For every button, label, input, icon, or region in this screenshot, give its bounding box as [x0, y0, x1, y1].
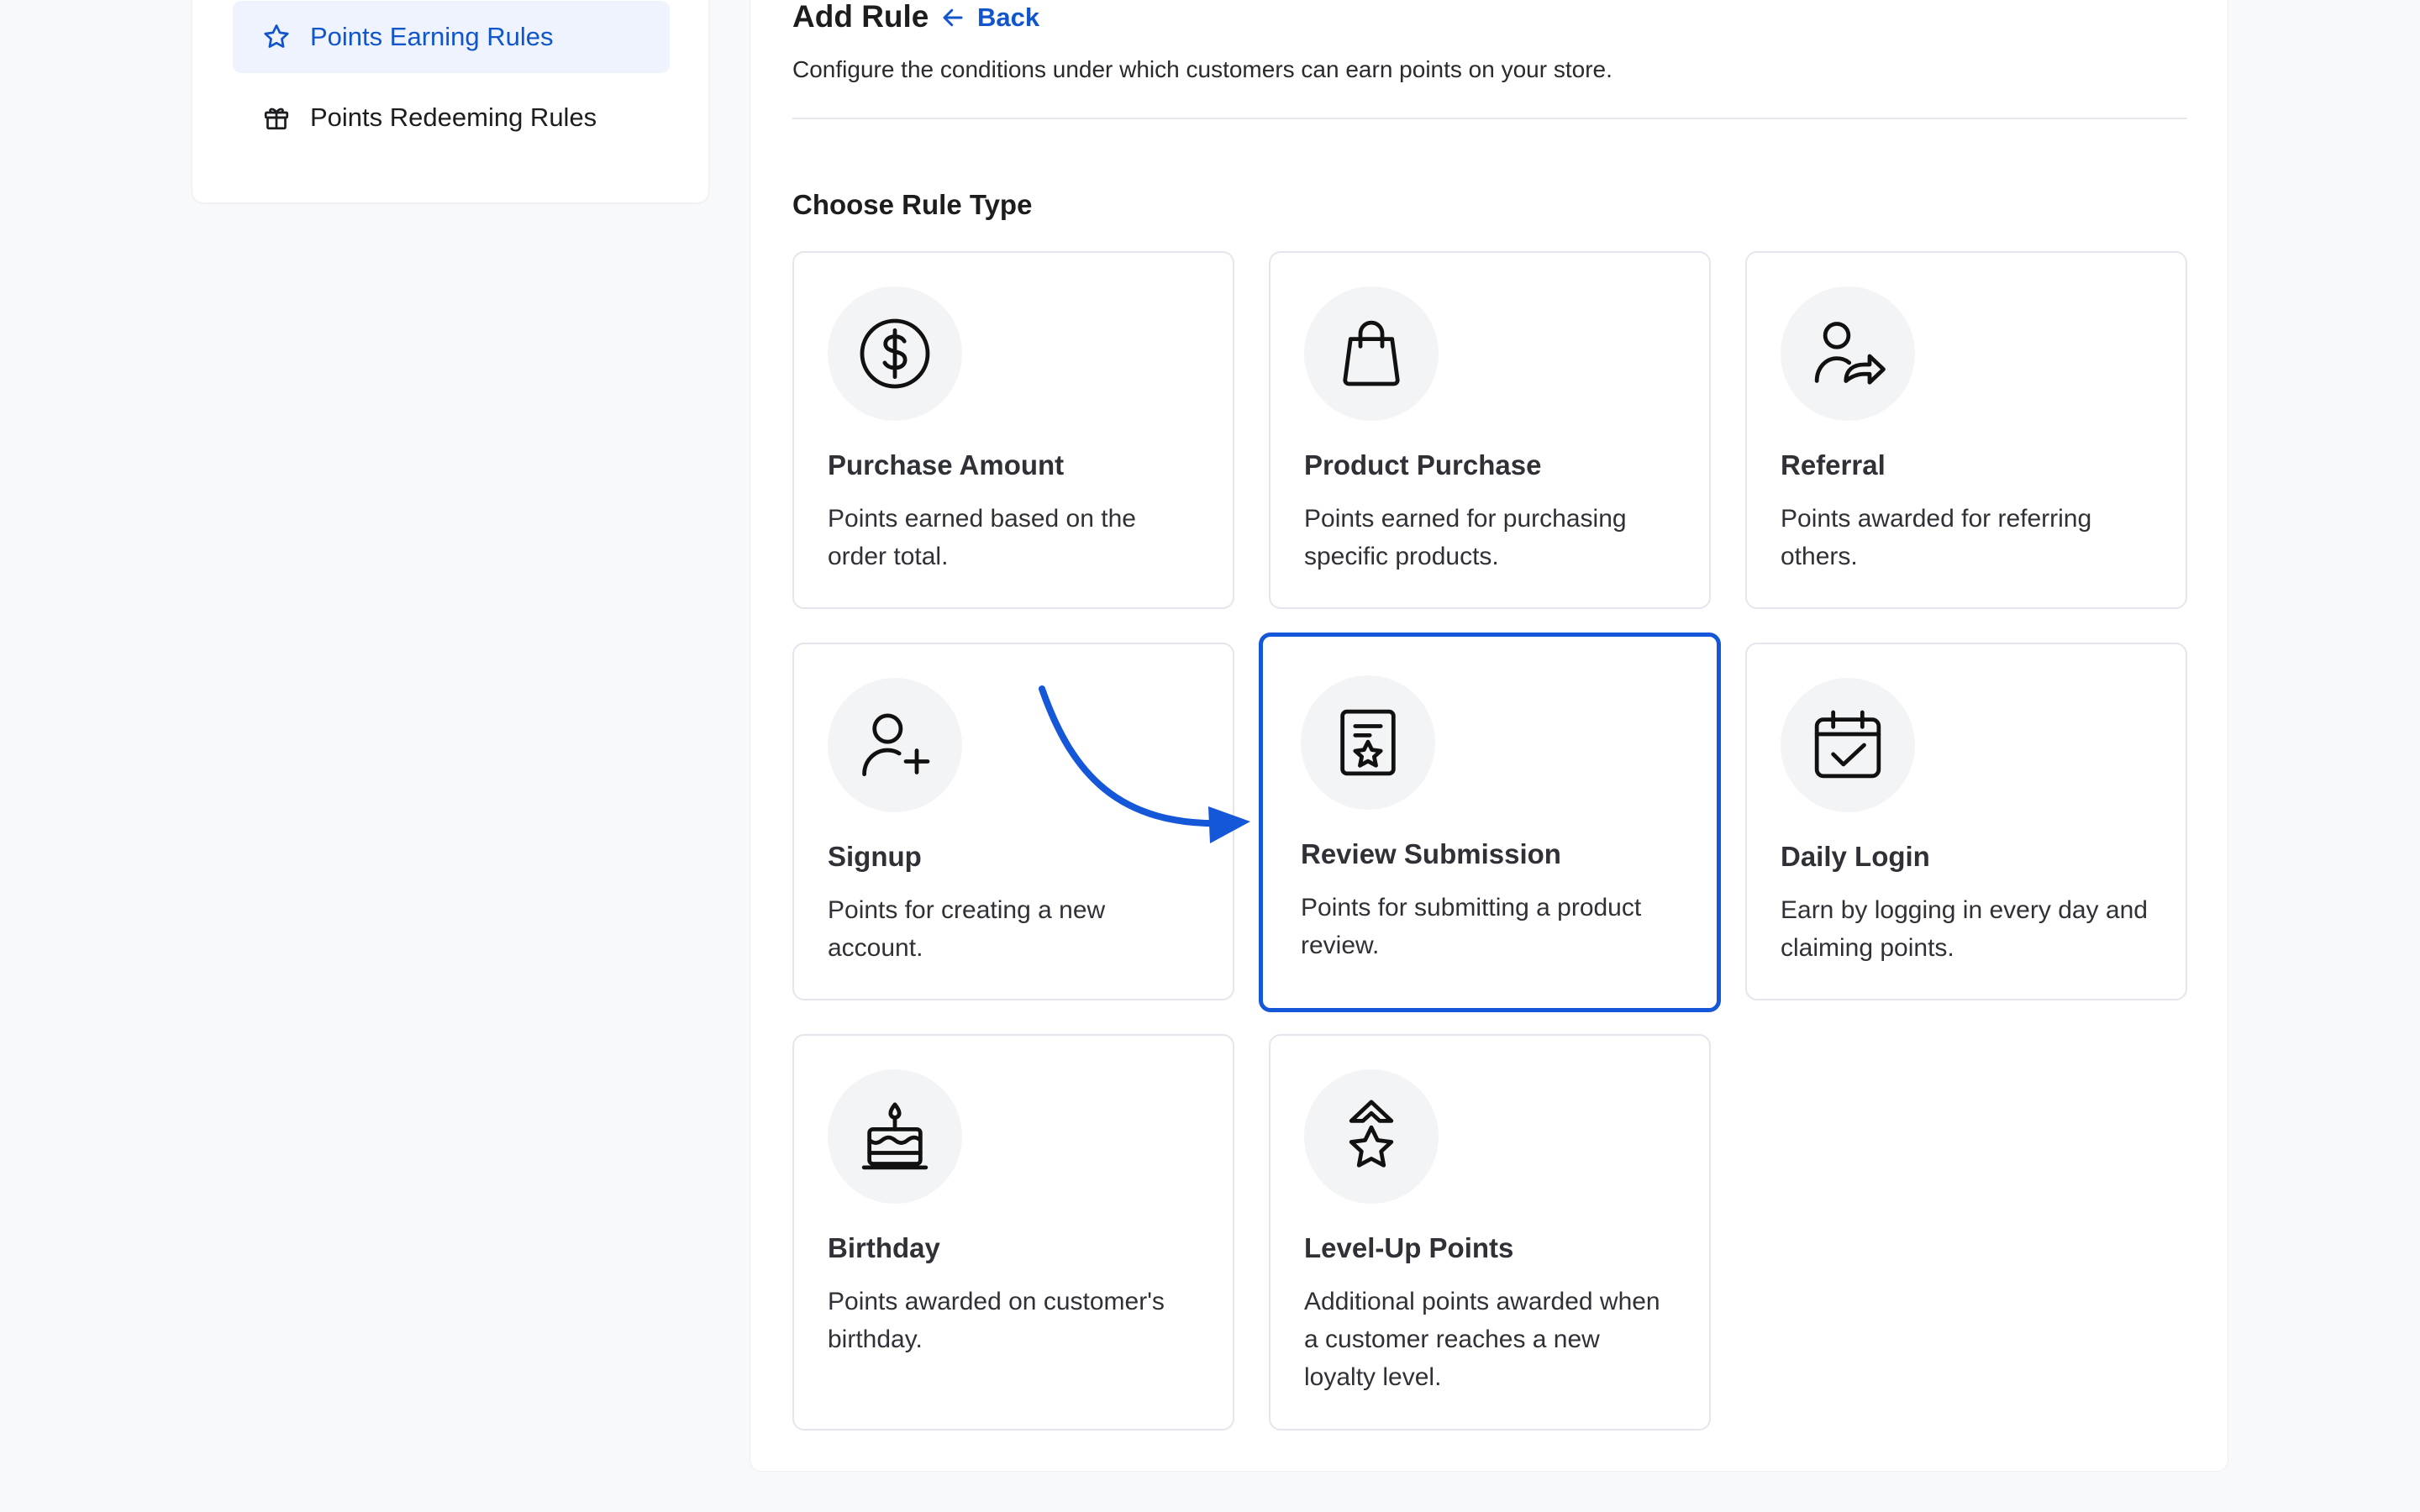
card-title: Signup [828, 841, 922, 872]
icon-badge [828, 1069, 962, 1204]
card-description: Points awarded on customer's birthday. [828, 1288, 1165, 1353]
card-description: Earn by logging in every day and claimin… [1781, 896, 2148, 962]
card-title: Purchase Amount [828, 449, 1065, 480]
card-description: Points awarded for referring others. [1781, 505, 2092, 570]
star-icon [261, 22, 292, 52]
section-title: Choose Rule Type [792, 189, 1033, 220]
card-title: Level-Up Points [1304, 1232, 1514, 1263]
arrow-left-icon [943, 8, 963, 27]
icon-badge [828, 678, 962, 812]
calendar-check-icon [1814, 710, 1881, 779]
page-title: Add Rule [792, 0, 929, 34]
back-label: Back [977, 3, 1040, 32]
rule-card-purchase-amount[interactable]: Purchase Amount Points earned based on t… [792, 251, 1234, 609]
rule-card-review-submission[interactable]: Review Submission Points for submitting … [1259, 633, 1721, 1012]
rule-card-product-purchase[interactable]: Product Purchase Points earned for purch… [1269, 251, 1711, 609]
back-link[interactable]: Back [940, 3, 1039, 33]
icon-badge [1304, 1069, 1439, 1204]
sidebar-item-label: Points Redeeming Rules [310, 102, 597, 132]
card-title: Product Purchase [1304, 449, 1542, 480]
review-star-icon [1340, 709, 1396, 776]
rule-card-signup[interactable]: Signup Points for creating a new account… [792, 643, 1234, 1000]
page-subtitle: Configure the conditions under which cus… [792, 56, 1612, 82]
icon-badge [1781, 286, 1915, 421]
rule-card-daily-login[interactable]: Daily Login Earn by logging in every day… [1745, 643, 2187, 1000]
level-up-star-icon [1349, 1100, 1394, 1168]
card-title: Review Submission [1301, 838, 1561, 869]
card-description: Points earned for purchasing specific pr… [1304, 505, 1627, 570]
icon-badge [1301, 675, 1435, 810]
card-description: Points for creating a new account. [828, 896, 1106, 962]
user-plus-icon [862, 713, 930, 777]
user-share-icon [1814, 322, 1886, 385]
icon-badge [828, 286, 962, 421]
dollar-circle-icon [860, 318, 930, 389]
rule-card-level-up-points[interactable]: Level-Up Points Additional points awarde… [1269, 1034, 1711, 1431]
card-description: Points earned based on the order total. [828, 505, 1136, 570]
gift-icon [261, 102, 292, 133]
rule-card-referral[interactable]: Referral Points awarded for referring ot… [1745, 251, 2187, 609]
birthday-cake-icon [861, 1102, 929, 1170]
icon-badge [1304, 286, 1439, 421]
card-description: Additional points awarded when a custome… [1304, 1288, 1660, 1391]
card-title: Birthday [828, 1232, 940, 1263]
main-panel: Add Rule Back Configure the conditions u… [750, 0, 2228, 1472]
shopping-bag-icon [1343, 320, 1400, 386]
rule-card-birthday[interactable]: Birthday Points awarded on customer's bi… [792, 1034, 1234, 1431]
sidebar: Points Earning Rules Points Redeeming Ru… [192, 0, 709, 203]
icon-badge [1781, 678, 1915, 812]
card-title: Referral [1781, 449, 1886, 480]
divider [792, 118, 2187, 119]
card-title: Daily Login [1781, 841, 1930, 872]
sidebar-item-points-earning-rules[interactable]: Points Earning Rules [233, 1, 670, 73]
sidebar-item-points-redeeming-rules[interactable]: Points Redeeming Rules [233, 81, 670, 154]
card-description: Points for submitting a product review. [1301, 894, 1642, 959]
sidebar-item-label: Points Earning Rules [310, 22, 554, 51]
